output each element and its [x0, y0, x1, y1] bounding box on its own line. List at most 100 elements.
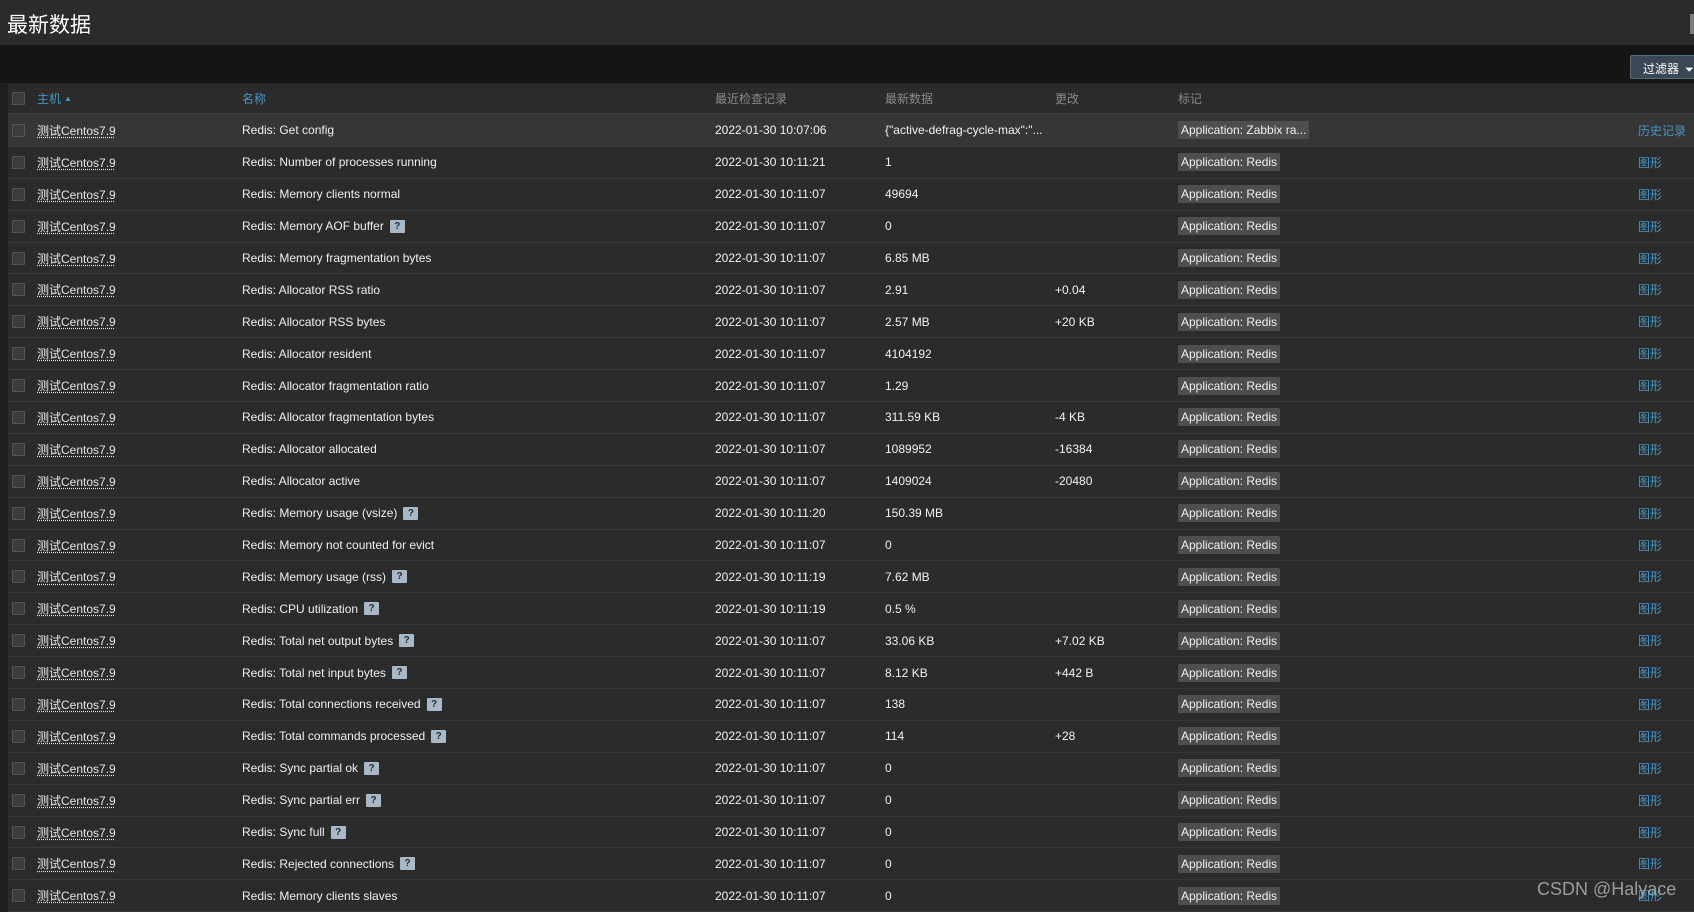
graph-link[interactable]: 图形	[1638, 664, 1662, 681]
tag-badge[interactable]: Application: Redis	[1178, 249, 1281, 267]
row-checkbox[interactable]	[12, 634, 25, 648]
graph-link[interactable]: 图形	[1638, 313, 1662, 330]
help-icon[interactable]: ?	[364, 761, 380, 775]
row-checkbox[interactable]	[12, 187, 25, 201]
help-icon[interactable]: ?	[392, 570, 408, 584]
history-link[interactable]: 历史记录	[1638, 122, 1686, 139]
tag-badge[interactable]: Application: Redis	[1178, 440, 1281, 459]
host-link[interactable]: 测试Centos7.9	[37, 568, 116, 585]
tag-badge[interactable]: Application: Redis	[1178, 791, 1281, 810]
host-link[interactable]: 测试Centos7.9	[37, 218, 116, 235]
host-link[interactable]: 测试Centos7.9	[37, 855, 116, 872]
row-checkbox[interactable]	[12, 761, 25, 775]
tag-badge[interactable]: Application: Redis	[1178, 567, 1281, 586]
row-checkbox[interactable]	[12, 347, 25, 361]
host-link[interactable]: 测试Centos7.9	[37, 154, 116, 171]
tag-badge[interactable]: Application: Redis	[1178, 312, 1281, 331]
filter-button[interactable]: 过滤器 ⏷	[1630, 55, 1694, 79]
host-link[interactable]: 测试Centos7.9	[37, 505, 116, 522]
row-checkbox[interactable]	[12, 570, 25, 584]
graph-link[interactable]: 图形	[1638, 568, 1662, 585]
row-checkbox[interactable]	[12, 857, 25, 871]
graph-link[interactable]: 图形	[1638, 505, 1662, 522]
row-checkbox[interactable]	[12, 442, 25, 456]
graph-link[interactable]: 图形	[1638, 760, 1662, 777]
host-link[interactable]: 测试Centos7.9	[37, 281, 116, 298]
tag-badge[interactable]: Application: Redis	[1178, 217, 1281, 236]
header-control-edge[interactable]	[1690, 14, 1694, 34]
row-checkbox[interactable]	[12, 155, 25, 169]
row-checkbox[interactable]	[12, 315, 25, 329]
row-checkbox[interactable]	[12, 666, 25, 680]
tag-badge[interactable]: Application: Redis	[1178, 599, 1281, 618]
row-checkbox[interactable]	[12, 410, 25, 424]
tag-badge[interactable]: Application: Redis	[1178, 280, 1281, 299]
tag-badge[interactable]: Application: Redis	[1178, 472, 1281, 491]
row-checkbox[interactable]	[12, 506, 25, 520]
help-icon[interactable]: ?	[389, 219, 405, 233]
column-host[interactable]: 主机 ▲	[37, 84, 72, 113]
help-icon[interactable]: ?	[364, 602, 380, 616]
graph-link[interactable]: 图形	[1638, 537, 1662, 554]
row-checkbox[interactable]	[12, 729, 25, 743]
graph-link[interactable]: 图形	[1638, 855, 1662, 872]
help-icon[interactable]: ?	[403, 506, 419, 520]
host-link[interactable]: 测试Centos7.9	[37, 824, 116, 841]
tag-badge[interactable]: Application: Redis	[1178, 344, 1281, 363]
row-checkbox[interactable]	[12, 889, 25, 903]
tag-badge[interactable]: Application: Redis	[1178, 536, 1281, 555]
host-link[interactable]: 测试Centos7.9	[37, 122, 116, 139]
row-checkbox[interactable]	[12, 123, 25, 137]
host-link[interactable]: 测试Centos7.9	[37, 728, 116, 745]
host-link[interactable]: 测试Centos7.9	[37, 250, 116, 267]
help-icon[interactable]: ?	[426, 697, 442, 711]
graph-link[interactable]: 图形	[1638, 154, 1662, 171]
host-link[interactable]: 测试Centos7.9	[37, 441, 116, 458]
graph-link[interactable]: 图形	[1638, 473, 1662, 490]
select-all-checkbox[interactable]	[12, 92, 25, 105]
graph-link[interactable]: 图形	[1638, 632, 1662, 649]
graph-link[interactable]: 图形	[1638, 250, 1662, 267]
host-link[interactable]: 测试Centos7.9	[37, 186, 116, 203]
tag-badge[interactable]: Application: Redis	[1178, 408, 1281, 427]
row-checkbox[interactable]	[12, 602, 25, 616]
host-link[interactable]: 测试Centos7.9	[37, 696, 116, 713]
tag-badge[interactable]: Application: Redis	[1178, 886, 1281, 905]
host-link[interactable]: 测试Centos7.9	[37, 792, 116, 809]
graph-link[interactable]: 图形	[1638, 728, 1662, 745]
graph-link[interactable]: 图形	[1638, 218, 1662, 235]
help-icon[interactable]: ?	[431, 729, 447, 743]
host-link[interactable]: 测试Centos7.9	[37, 409, 116, 426]
row-checkbox[interactable]	[12, 793, 25, 807]
row-checkbox[interactable]	[12, 825, 25, 839]
graph-link[interactable]: 图形	[1638, 696, 1662, 713]
row-checkbox[interactable]	[12, 379, 25, 393]
row-checkbox[interactable]	[12, 283, 25, 297]
host-link[interactable]: 测试Centos7.9	[37, 600, 116, 617]
row-checkbox[interactable]	[12, 251, 25, 265]
tag-badge[interactable]: Application: Redis	[1178, 663, 1281, 682]
host-link[interactable]: 测试Centos7.9	[37, 632, 116, 649]
host-link[interactable]: 测试Centos7.9	[37, 345, 116, 362]
tag-badge[interactable]: Application: Redis	[1178, 854, 1281, 873]
help-icon[interactable]: ?	[366, 793, 382, 807]
tag-badge[interactable]: Application: Redis	[1178, 823, 1281, 842]
host-link[interactable]: 测试Centos7.9	[37, 887, 116, 904]
graph-link[interactable]: 图形	[1638, 600, 1662, 617]
graph-link[interactable]: 图形	[1638, 409, 1662, 426]
tag-badge[interactable]: Application: Redis	[1178, 695, 1281, 714]
host-link[interactable]: 测试Centos7.9	[37, 664, 116, 681]
graph-link[interactable]: 图形	[1638, 281, 1662, 298]
row-checkbox[interactable]	[12, 219, 25, 233]
tag-badge[interactable]: Application: Redis	[1178, 727, 1281, 746]
graph-link[interactable]: 图形	[1638, 792, 1662, 809]
row-checkbox[interactable]	[12, 697, 25, 711]
host-link[interactable]: 测试Centos7.9	[37, 473, 116, 490]
help-icon[interactable]: ?	[330, 825, 346, 839]
graph-link[interactable]: 图形	[1638, 186, 1662, 203]
host-link[interactable]: 测试Centos7.9	[37, 537, 116, 554]
host-link[interactable]: 测试Centos7.9	[37, 313, 116, 330]
host-link[interactable]: 测试Centos7.9	[37, 377, 116, 394]
tag-badge[interactable]: Application: Redis	[1178, 759, 1281, 778]
column-name[interactable]: 名称	[242, 84, 266, 113]
